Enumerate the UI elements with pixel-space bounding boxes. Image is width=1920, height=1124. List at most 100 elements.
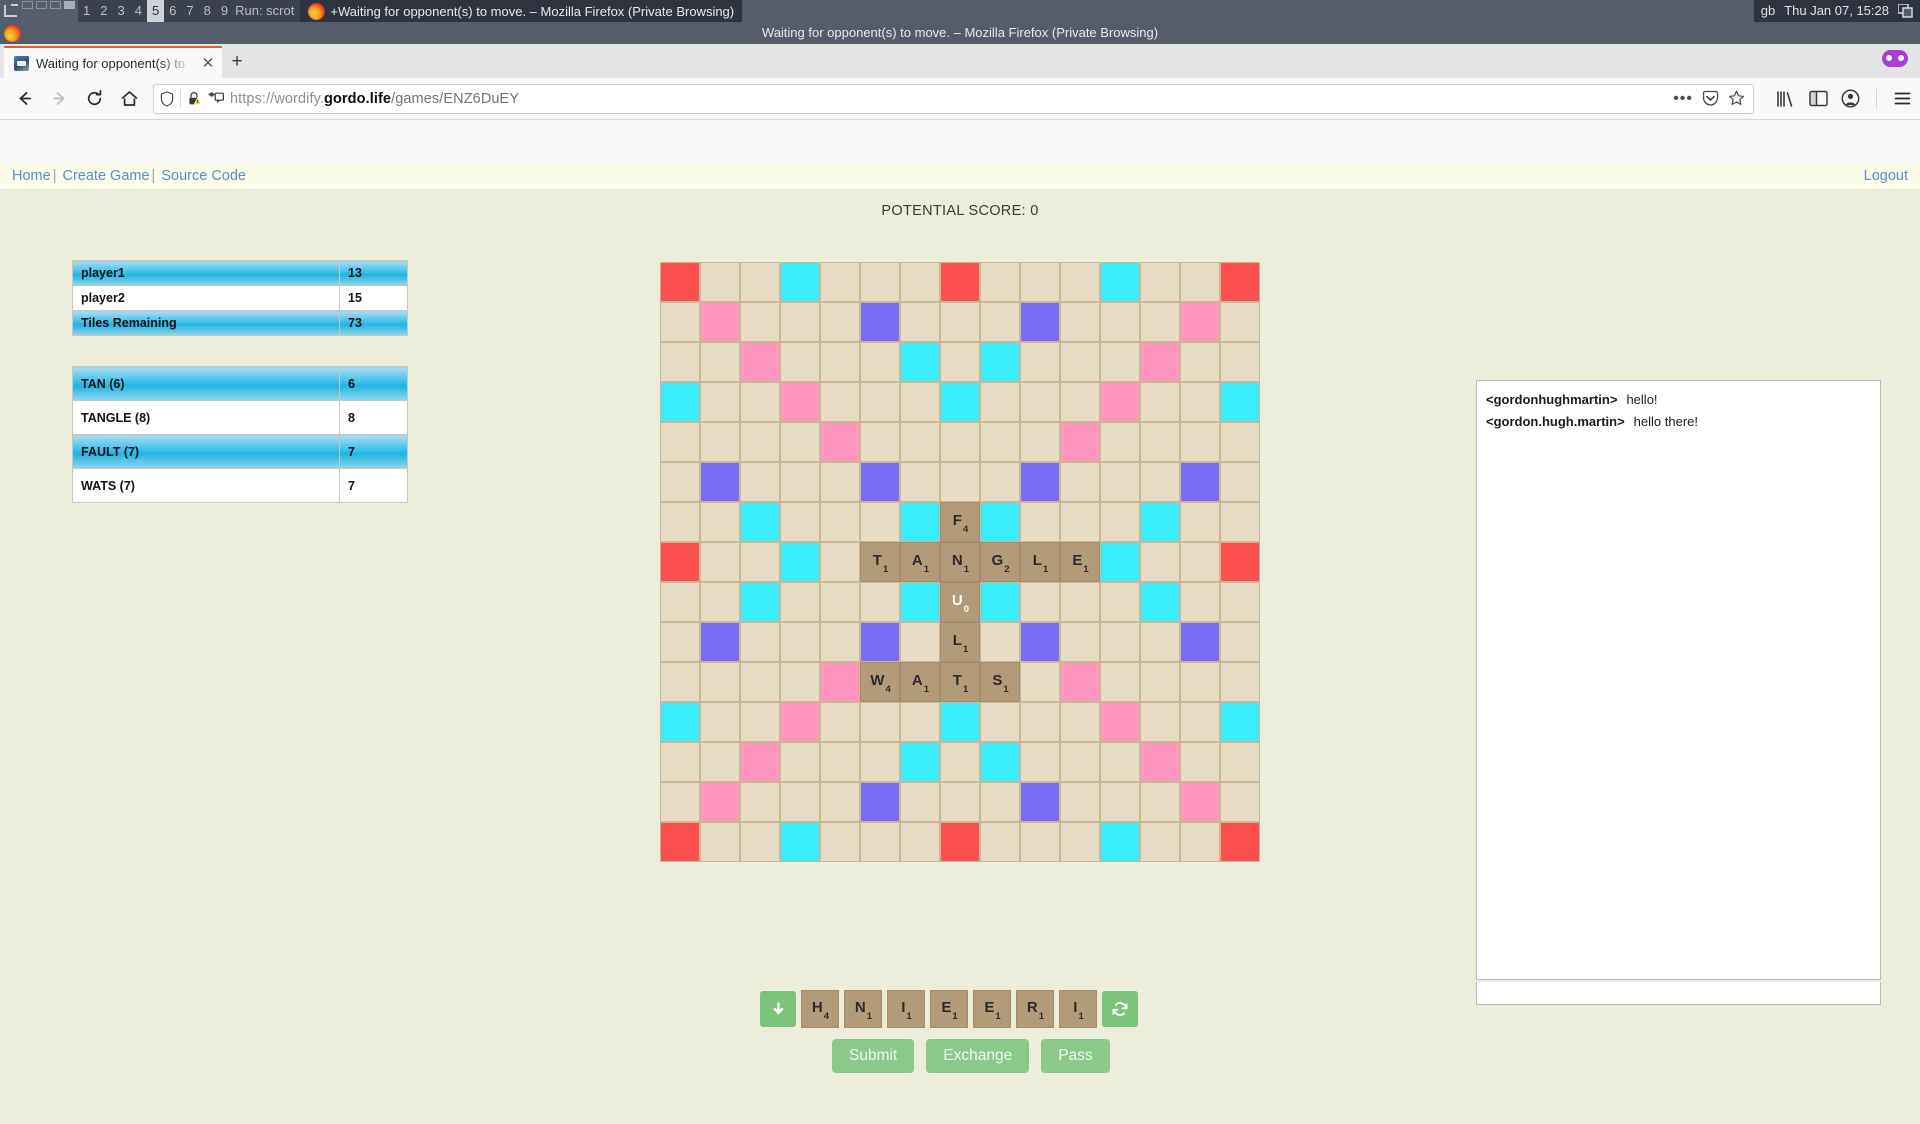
board-square-dw[interactable]: [780, 702, 820, 742]
permissions-icon[interactable]: [208, 91, 224, 106]
rack-tile[interactable]: I1: [887, 990, 925, 1028]
board-square-empty[interactable]: [700, 382, 740, 422]
board-square-empty[interactable]: [740, 622, 780, 662]
board-square-empty[interactable]: [820, 702, 860, 742]
board-square-dw[interactable]: [700, 302, 740, 342]
board-square-empty[interactable]: [1060, 622, 1100, 662]
board-tile[interactable]: L1: [940, 622, 980, 662]
rack-tile[interactable]: H4: [801, 990, 839, 1028]
board-square-dw[interactable]: [1140, 342, 1180, 382]
board-square-tw[interactable]: [660, 542, 700, 582]
board-square-empty[interactable]: [1180, 582, 1220, 622]
shuffle-tiles-button[interactable]: [1102, 991, 1138, 1027]
board-square-empty[interactable]: [1100, 662, 1140, 702]
board-square-tl[interactable]: [1020, 782, 1060, 822]
board-square-dl[interactable]: [1100, 542, 1140, 582]
board-square-dl[interactable]: [780, 542, 820, 582]
board-square-empty[interactable]: [660, 502, 700, 542]
reload-button[interactable]: [78, 83, 110, 115]
library-icon[interactable]: [1776, 90, 1796, 108]
desktop-6[interactable]: 6: [164, 0, 181, 22]
board-square-dl[interactable]: [940, 702, 980, 742]
board-square-dl[interactable]: [1220, 382, 1260, 422]
board-square-empty[interactable]: [1180, 342, 1220, 382]
board-square-dl[interactable]: [740, 582, 780, 622]
rack-tile[interactable]: N1: [844, 990, 882, 1028]
board-square-tl[interactable]: [1180, 622, 1220, 662]
board-tile[interactable]: A1: [900, 542, 940, 582]
board-square-empty[interactable]: [740, 782, 780, 822]
run-prompt[interactable]: Run: scrot: [233, 0, 301, 22]
board-square-dl[interactable]: [900, 582, 940, 622]
home-button[interactable]: [113, 83, 145, 115]
board-square-empty[interactable]: [1220, 462, 1260, 502]
board-square-empty[interactable]: [1140, 302, 1180, 342]
board-square-empty[interactable]: [820, 382, 860, 422]
board-tile[interactable]: W4: [860, 662, 900, 702]
nav-create-game-link[interactable]: Create Game: [63, 168, 150, 184]
board-square-empty[interactable]: [820, 262, 860, 302]
board-square-tw[interactable]: [940, 262, 980, 302]
board-square-tw[interactable]: [940, 822, 980, 862]
board-square-empty[interactable]: [1100, 462, 1140, 502]
board-square-empty[interactable]: [1060, 382, 1100, 422]
board-square-empty[interactable]: [780, 742, 820, 782]
submit-button[interactable]: Submit: [832, 1039, 915, 1073]
board-square-empty[interactable]: [1140, 702, 1180, 742]
back-button[interactable]: [8, 83, 40, 115]
board-square-empty[interactable]: [700, 422, 740, 462]
board-square-empty[interactable]: [860, 702, 900, 742]
board-square-empty[interactable]: [940, 302, 980, 342]
chat-input[interactable]: [1476, 982, 1881, 1005]
board-square-tw[interactable]: [1220, 822, 1260, 862]
board-square-dl[interactable]: [980, 502, 1020, 542]
desktop-5-active[interactable]: 5: [146, 0, 165, 22]
board-square-empty[interactable]: [1140, 782, 1180, 822]
board-square-empty[interactable]: [860, 822, 900, 862]
board-square-empty[interactable]: [1220, 662, 1260, 702]
board-square-dl[interactable]: [1140, 502, 1180, 542]
url-text[interactable]: https://wordify.gordo.life/games/ENZ6DuE…: [230, 91, 1667, 107]
close-icon[interactable]: ✕: [200, 54, 216, 72]
board-square-dl[interactable]: [980, 742, 1020, 782]
rack-tile[interactable]: E1: [930, 990, 968, 1028]
board-square-dl[interactable]: [1140, 582, 1180, 622]
board-square-empty[interactable]: [780, 782, 820, 822]
desktop-3[interactable]: 3: [112, 0, 129, 22]
board-square-tl[interactable]: [1020, 302, 1060, 342]
board-square-empty[interactable]: [860, 382, 900, 422]
board-square-empty[interactable]: [820, 582, 860, 622]
board-square-empty[interactable]: [1180, 422, 1220, 462]
board-square-tl[interactable]: [860, 302, 900, 342]
board-tile[interactable]: L1: [1020, 542, 1060, 582]
board-square-empty[interactable]: [780, 582, 820, 622]
board-square-empty[interactable]: [740, 302, 780, 342]
lock-warning-icon[interactable]: [187, 91, 202, 106]
board-square-empty[interactable]: [1060, 262, 1100, 302]
desktop-switcher[interactable]: 1 2 3 4 5 6 7 8 9 Run: scrot: [78, 0, 301, 22]
board-square-empty[interactable]: [1180, 742, 1220, 782]
board-square-empty[interactable]: [1140, 662, 1180, 702]
board-square-empty[interactable]: [700, 662, 740, 702]
board-square-empty[interactable]: [740, 822, 780, 862]
board-square-empty[interactable]: [1140, 422, 1180, 462]
board-square-empty[interactable]: [860, 502, 900, 542]
board-square-empty[interactable]: [1220, 582, 1260, 622]
board-square-empty[interactable]: [740, 462, 780, 502]
board-square-empty[interactable]: [780, 302, 820, 342]
board-square-dw[interactable]: [1060, 662, 1100, 702]
board-square-empty[interactable]: [1220, 622, 1260, 662]
menu-hamburger-icon[interactable]: [1893, 89, 1912, 108]
board-square-empty[interactable]: [700, 742, 740, 782]
board-square-empty[interactable]: [860, 742, 900, 782]
board-tile[interactable]: E1: [1060, 542, 1100, 582]
board-square-empty[interactable]: [1060, 742, 1100, 782]
board-square-empty[interactable]: [980, 782, 1020, 822]
board-square-tl[interactable]: [860, 782, 900, 822]
nav-home-link[interactable]: Home: [12, 168, 51, 184]
board-square-empty[interactable]: [1020, 262, 1060, 302]
board-square-empty[interactable]: [1180, 262, 1220, 302]
board-square-tl[interactable]: [700, 622, 740, 662]
board-square-dw[interactable]: [740, 342, 780, 382]
rack-tile[interactable]: I1: [1059, 990, 1097, 1028]
